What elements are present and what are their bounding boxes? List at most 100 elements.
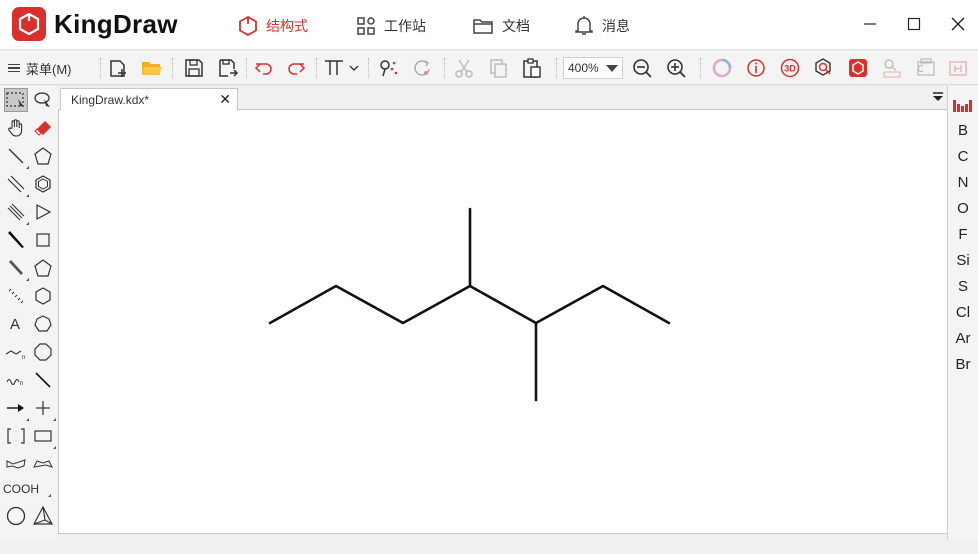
rectangle-shape-tool[interactable] [31,424,56,449]
rect-select-icon [6,92,24,107]
rect-select-tool[interactable] [4,88,28,112]
single-bond-icon [8,148,24,164]
hash-bond-tool[interactable] [4,284,28,308]
text-tool[interactable]: A [10,316,20,333]
nav-structure[interactable]: 结构式 [238,14,308,38]
chair-tool[interactable] [4,452,28,476]
undo-button[interactable] [252,56,276,80]
single-bond-line-tool[interactable] [31,368,55,392]
wavy-bond-tool[interactable]: n [4,368,28,392]
zoom-in-icon [667,59,686,78]
chain-tool[interactable]: n [4,340,28,364]
arrow-icon [7,404,24,412]
tab-menu-icon[interactable] [931,90,945,104]
bracket-icon [7,428,25,444]
paste-button[interactable] [520,56,544,80]
cut-button[interactable] [452,56,476,80]
hand-tool[interactable] [4,116,28,140]
clean-structure-button[interactable] [376,56,400,80]
molecule-structure[interactable] [59,110,948,534]
zoom-out-button[interactable] [630,56,654,80]
functional-group-tool[interactable]: COOH [3,482,39,496]
info-button[interactable] [744,56,768,80]
hand-icon [8,119,23,137]
zoom-select[interactable]: 400% [563,57,623,79]
toolbar-separator [100,58,101,78]
close-button[interactable] [946,12,970,36]
double-bond-tool[interactable] [4,172,29,197]
cyclobutane-tool[interactable] [31,228,55,252]
wedge-bond-tool[interactable] [4,228,28,252]
cyclopentane-tool[interactable] [31,144,55,168]
element-s[interactable]: S [948,278,978,295]
open-file-button[interactable] [140,56,164,80]
charge-tool[interactable] [31,396,56,421]
eraser-tool[interactable] [31,116,55,140]
triple-bond-icon [7,203,25,221]
bracket-tool[interactable] [4,424,28,448]
svg-text:3D: 3D [784,64,796,74]
circle-icon [6,506,26,526]
cyclohexane-tool[interactable] [31,284,55,308]
redo-icon [288,63,306,75]
hnmr-icon [949,61,967,76]
copy-button[interactable] [486,56,510,80]
menu-icon [8,62,20,75]
triple-bond-tool[interactable] [4,200,29,225]
redo-button[interactable] [284,56,308,80]
cyclopentane-ring-tool[interactable] [31,256,55,280]
new-file-button[interactable] [106,56,130,80]
double-bond-icon [7,175,25,193]
element-b[interactable]: B [948,122,978,139]
zoom-in-button[interactable] [664,56,688,80]
element-o[interactable]: O [948,200,978,217]
chemdraw-button[interactable] [914,56,938,80]
element-cl[interactable]: Cl [948,304,978,321]
periodic-table-icon[interactable] [953,96,973,112]
lasso-tool[interactable] [31,88,55,112]
element-n[interactable]: N [948,174,978,191]
orbital-tool[interactable] [4,504,28,528]
arrow-tool[interactable] [4,396,29,421]
benzene-tool[interactable] [31,172,55,196]
rotate-button[interactable] [410,56,434,80]
3d-button[interactable]: 3D [778,56,802,80]
nav-messages[interactable]: 消息 [574,14,630,38]
color-button[interactable] [846,56,870,80]
boat-tool[interactable] [31,452,55,476]
save-button[interactable] [182,56,206,80]
bold-bond-tool[interactable] [4,256,29,281]
save-as-button[interactable] [216,56,240,80]
nav-documents[interactable]: 文档 [472,14,530,38]
hnmr-button[interactable] [946,56,970,80]
name-to-structure-button[interactable] [880,56,904,80]
align-dropdown[interactable] [322,56,362,80]
element-f[interactable]: F [948,226,978,243]
maximize-button[interactable] [902,12,926,36]
single-bond-tool[interactable] [4,144,29,169]
ring-button[interactable] [710,56,734,80]
align-icon [325,60,359,75]
chain-icon: n [5,350,25,361]
element-br[interactable]: Br [948,356,978,373]
element-si[interactable]: Si [948,252,978,269]
menu-button[interactable]: 菜单(M) [8,58,72,78]
document-tab[interactable]: KingDraw.kdx* ✕ [60,88,238,111]
cyclopropane-tool[interactable] [31,200,55,224]
main-chain[interactable] [268,284,671,325]
cycloheptane-tool[interactable] [31,312,55,336]
element-c[interactable]: C [948,148,978,165]
minimize-button[interactable] [858,12,882,36]
cyclooctane-tool[interactable] [31,340,55,364]
search-structure-button[interactable] [812,56,836,80]
element-ar[interactable]: Ar [948,330,978,347]
close-tab-icon[interactable]: ✕ [219,91,231,108]
color-icon [849,59,867,77]
tetrahedron-tool[interactable] [31,504,55,528]
maximize-icon [907,17,921,31]
cut-icon [455,59,473,78]
nav-workstation[interactable]: 工作站 [356,14,426,38]
drawing-canvas[interactable] [58,110,947,534]
line-icon [35,372,51,388]
toolbar-separator [316,58,317,78]
